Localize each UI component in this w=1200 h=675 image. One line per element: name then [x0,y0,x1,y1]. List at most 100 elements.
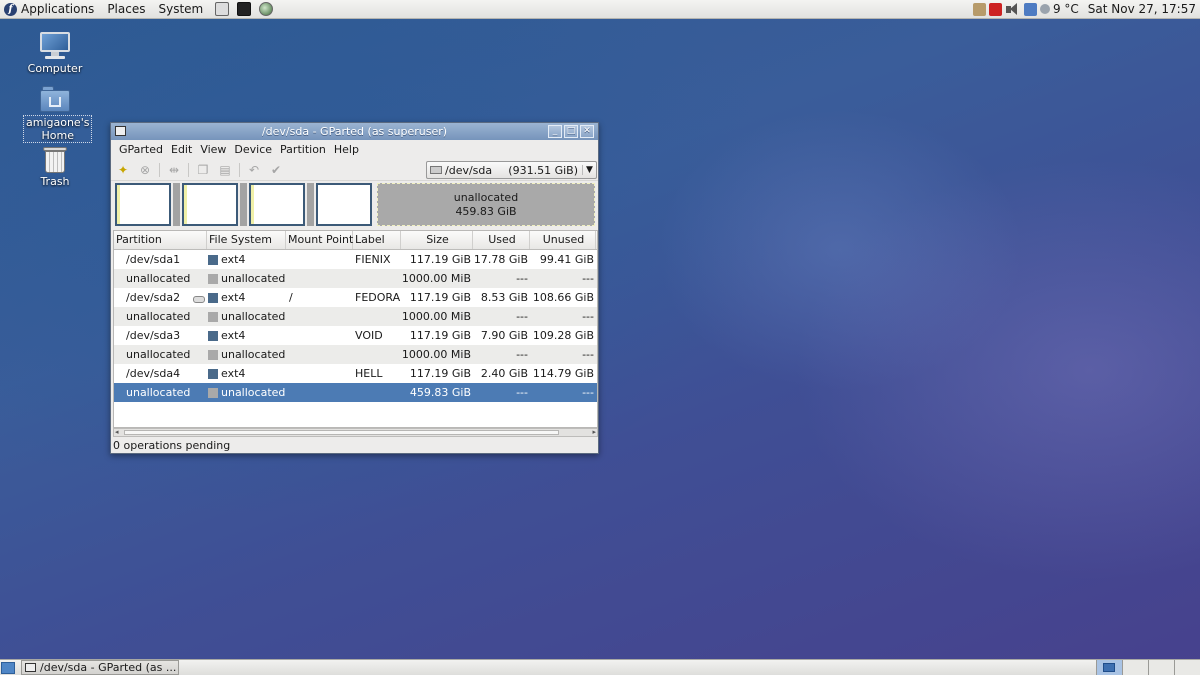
cell-label: VOID [355,329,383,342]
copy-icon[interactable]: ❐ [195,162,211,178]
cell-unused: 99.41 GiB [539,253,594,266]
column-unused[interactable]: Unused [530,231,596,249]
workspace-1[interactable] [1096,660,1122,675]
cell-unused: 114.79 GiB [532,367,594,380]
table-row[interactable]: /dev/sda4 ext4 HELL 117.19 GiB 2.40 GiB 114.7… [114,364,597,383]
paste-icon[interactable]: ▤ [217,162,233,178]
system-menu[interactable]: System [153,0,211,19]
disk-map-unallocated[interactable] [240,183,247,226]
window-menu-icon[interactable] [115,126,126,136]
cell-mount-point: / [289,291,293,304]
menu-partition[interactable]: Partition [276,140,330,159]
table-row[interactable]: /dev/sda2 ext4 / FEDORA 117.19 GiB 8.53 GiB 10… [114,288,597,307]
table-rows: /dev/sda1 ext4 FIENIX 117.19 GiB 17.78 GiB 99… [114,250,597,402]
partition-name: /dev/sda3 [126,329,181,342]
chevron-down-icon: ▼ [582,165,596,175]
table-row[interactable]: /dev/sda1 ext4 FIENIX 117.19 GiB 17.78 GiB 99… [114,250,597,269]
disk-map-sda1[interactable] [115,183,171,226]
cell-file-system: ext4 [207,253,286,266]
toolbar: ✦ ⊗ ⇹ ❐ ▤ ↶ ✔ /dev/sda (931.51 GiB) ▼ [111,159,598,181]
workspace-2[interactable] [1122,660,1148,675]
status-bar: 0 operations pending [113,439,231,452]
table-row[interactable]: unallocated unallocated 1000.00 MiB --- --- [114,307,597,326]
scrollbar-thumb[interactable] [124,430,559,435]
maximize-button[interactable]: □ [564,125,578,138]
table-row[interactable]: unallocated unallocated 459.83 GiB --- --- [114,383,597,402]
terminal-launcher-icon[interactable] [237,2,252,16]
column-size[interactable]: Size [401,231,473,249]
taskbar-button-gparted[interactable]: /dev/sda - GParted (as ... [21,660,179,675]
cell-size: 117.19 GiB [409,367,471,380]
cell-size: 459.83 GiB [409,386,471,399]
clock[interactable]: Sat Nov 27, 17:57 [1088,0,1196,19]
clipboard-icon[interactable] [972,2,986,16]
volume-icon[interactable] [1005,2,1021,16]
close-button[interactable]: ✕ [580,125,594,138]
desktop-icon-trash[interactable]: Trash [23,145,87,188]
battery-icon[interactable] [988,2,1002,16]
disk-map-sda4[interactable] [316,183,372,226]
device-size: (931.51 GiB) [508,163,578,177]
text-editor-launcher-icon[interactable] [215,2,230,16]
places-menu[interactable]: Places [102,0,153,19]
table-row[interactable]: /dev/sda3 ext4 VOID 117.19 GiB 7.90 GiB 109.2… [114,326,597,345]
computer-icon [39,32,71,60]
cell-label: HELL [355,367,383,380]
menu-device[interactable]: Device [230,140,276,159]
disk-map-sda2[interactable] [182,183,238,226]
disk-map-unallocated[interactable] [173,183,180,226]
cell-file-system: ext4 [207,291,286,304]
fs-name: unallocated [221,386,286,399]
menu-view[interactable]: View [196,140,230,159]
apply-icon[interactable]: ✔ [268,162,284,178]
column-mount-point[interactable]: Mount Point [286,231,353,249]
network-icon[interactable] [1023,2,1037,16]
partition-table: Partition File System Mount Point Label … [113,230,598,428]
weather-temperature[interactable]: 9 °C [1053,0,1079,19]
delete-partition-icon[interactable]: ⊗ [137,162,153,178]
scroll-right-icon[interactable]: ▸ [592,429,596,436]
menu-help[interactable]: Help [330,140,363,159]
workspace-switcher [1096,660,1200,675]
device-selector[interactable]: /dev/sda (931.51 GiB) ▼ [426,161,597,179]
horizontal-scrollbar[interactable]: ◂ ▸ [113,428,598,437]
cell-partition: unallocated [114,272,207,285]
table-row[interactable]: unallocated unallocated 1000.00 MiB --- --- [114,345,597,364]
desktop-icon-home[interactable]: amigaone's Home [23,85,93,143]
partition-name: unallocated [126,310,191,323]
column-file-system[interactable]: File System [207,231,286,249]
cell-unused: --- [582,348,594,361]
weather-icon[interactable] [1039,4,1050,14]
window-titlebar[interactable]: /dev/sda - GParted (as superuser) _ □ ✕ [111,123,598,140]
cell-partition: unallocated [114,386,207,399]
resize-move-icon[interactable]: ⇹ [166,162,182,178]
disk-map-unallocated-large[interactable]: unallocated 459.83 GiB [377,183,595,226]
mounted-key-icon [193,296,205,303]
table-row[interactable]: unallocated unallocated 1000.00 MiB --- --- [114,269,597,288]
workspace-4[interactable] [1174,660,1200,675]
cell-label: FIENIX [355,253,391,266]
disk-map-unallocated[interactable] [307,183,314,226]
desktop-icon-computer[interactable]: Computer [23,32,87,75]
menu-edit[interactable]: Edit [167,140,196,159]
scroll-left-icon[interactable]: ◂ [115,429,119,436]
cell-partition: /dev/sda2 [114,291,207,304]
column-label[interactable]: Label [353,231,401,249]
workspace-3[interactable] [1148,660,1174,675]
system-tray: 9 °C Sat Nov 27, 17:57 [972,0,1200,19]
show-desktop-icon[interactable] [1,661,15,674]
cell-size: 1000.00 MiB [401,310,471,323]
top-panel: f Applications Places System 9 °C Sat No… [0,0,1200,19]
column-used[interactable]: Used [473,231,530,249]
minimize-button[interactable]: _ [548,125,562,138]
disk-map-sda3[interactable] [249,183,305,226]
fs-color-swatch [208,368,218,379]
new-partition-icon[interactable]: ✦ [115,162,131,178]
web-browser-launcher-icon[interactable] [259,2,274,16]
cell-used: --- [516,272,528,285]
column-partition[interactable]: Partition [114,231,207,249]
applications-menu[interactable]: f Applications [0,0,102,19]
undo-icon[interactable]: ↶ [246,162,262,178]
gparted-window: /dev/sda - GParted (as superuser) _ □ ✕ … [110,122,599,454]
menu-gparted[interactable]: GParted [115,140,167,159]
